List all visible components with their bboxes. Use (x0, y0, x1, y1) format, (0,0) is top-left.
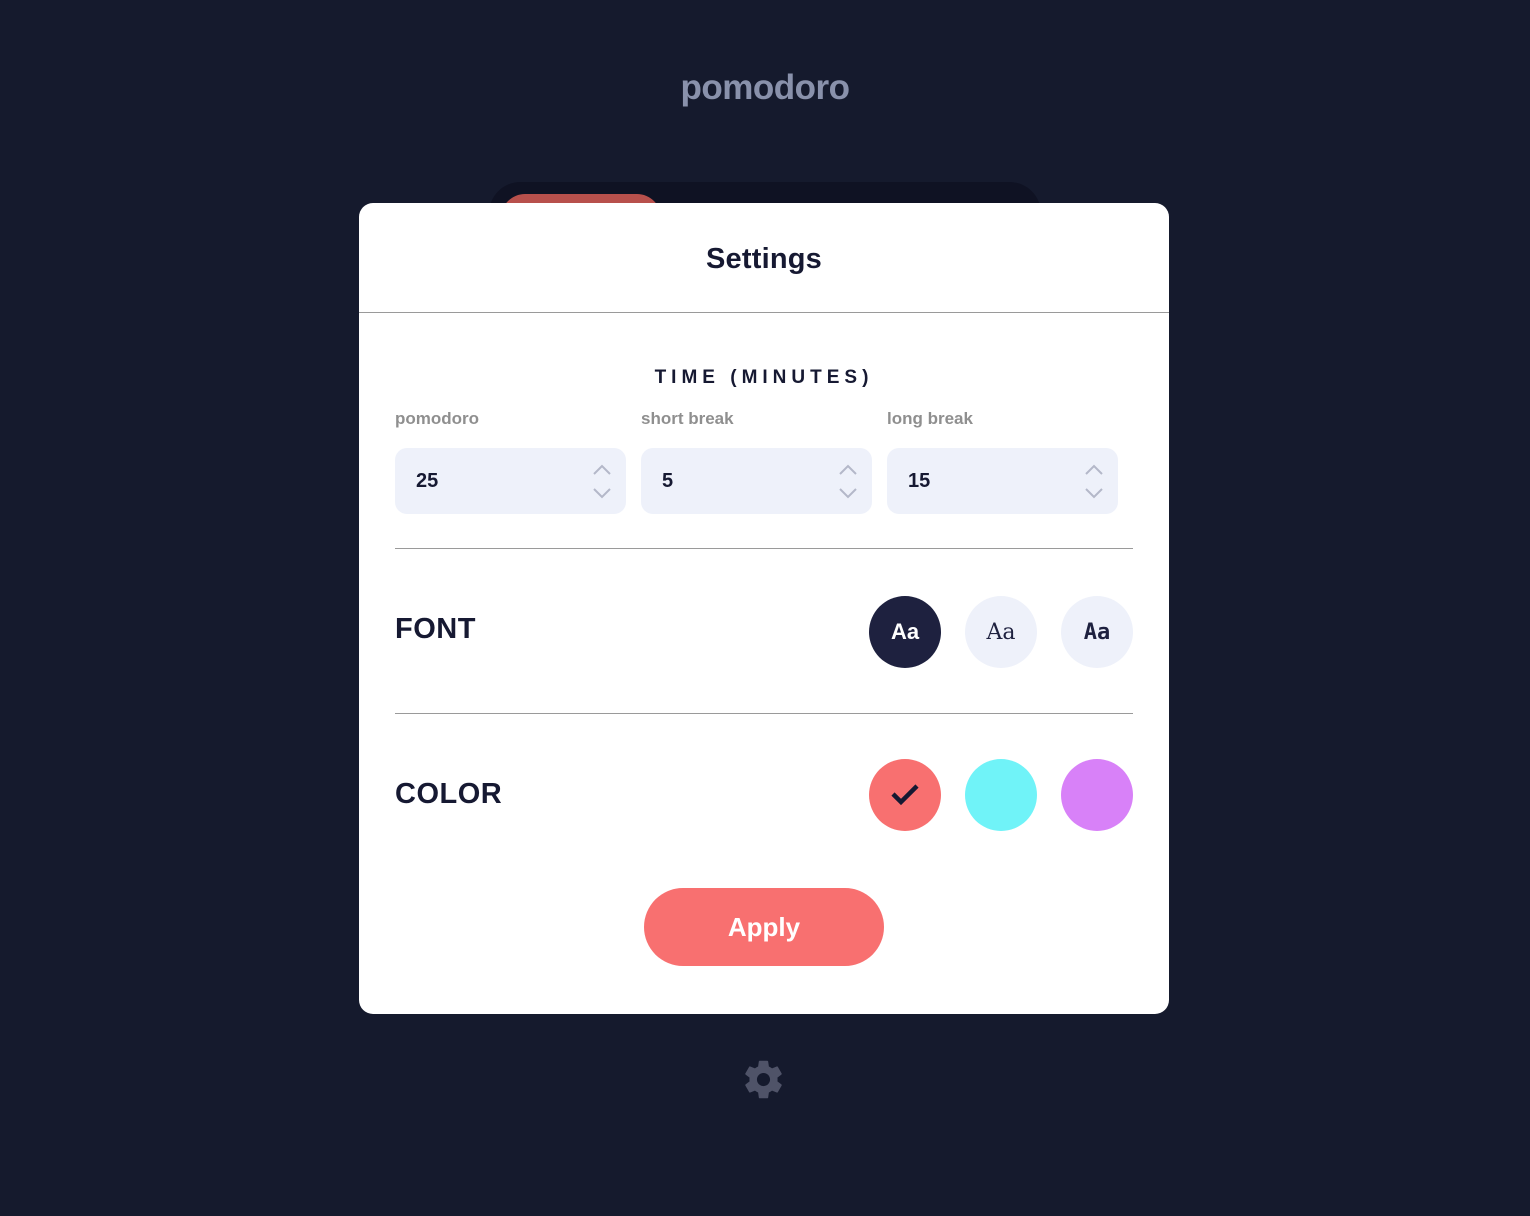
font-option-1[interactable]: Aa (869, 596, 941, 668)
short-break-stepper[interactable]: 5 (641, 448, 872, 514)
font-option-2[interactable]: Aa (965, 596, 1037, 668)
pomodoro-stepper[interactable]: 25 (395, 448, 626, 514)
long-break-field: long break 15 (887, 409, 1118, 514)
color-option-cyan[interactable] (965, 759, 1037, 831)
long-break-value[interactable]: 15 (887, 470, 930, 493)
divider (395, 548, 1133, 549)
short-break-value[interactable]: 5 (641, 470, 673, 493)
chevron-down-icon[interactable] (593, 487, 611, 499)
short-break-field: short break 5 (641, 409, 872, 514)
short-break-label: short break (641, 409, 734, 428)
gear-icon[interactable] (741, 1057, 786, 1102)
pomodoro-label: pomodoro (395, 409, 480, 428)
settings-modal: Settings TIME (MINUTES) pomodoro 25 shor… (359, 203, 1169, 1014)
divider (395, 713, 1133, 714)
time-heading: TIME (MINUTES) (654, 367, 874, 388)
time-section: TIME (MINUTES) pomodoro 25 short break 5 (395, 367, 1133, 514)
font-option-3[interactable]: Aa (1061, 596, 1133, 668)
chevron-down-icon[interactable] (1085, 487, 1103, 499)
chevron-up-icon[interactable] (593, 464, 611, 476)
chevron-down-icon[interactable] (839, 487, 857, 499)
pomodoro-value[interactable]: 25 (395, 470, 438, 493)
color-option-purple[interactable] (1061, 759, 1133, 831)
color-option-red[interactable] (869, 759, 941, 831)
chevron-up-icon[interactable] (839, 464, 857, 476)
long-break-label: long break (887, 409, 973, 428)
font-label: FONT (395, 613, 476, 645)
long-break-stepper[interactable]: 15 (887, 448, 1118, 514)
time-fields: pomodoro 25 short break 5 long break 15 (395, 409, 1133, 514)
apply-button[interactable]: Apply (644, 888, 884, 966)
color-label: COLOR (395, 778, 503, 810)
check-icon (891, 784, 919, 806)
modal-title: Settings (706, 243, 822, 275)
chevron-up-icon[interactable] (1085, 464, 1103, 476)
pomodoro-field: pomodoro 25 (395, 409, 626, 514)
modal-header: Settings (359, 203, 1169, 313)
app-title: pomodoro (680, 68, 850, 107)
